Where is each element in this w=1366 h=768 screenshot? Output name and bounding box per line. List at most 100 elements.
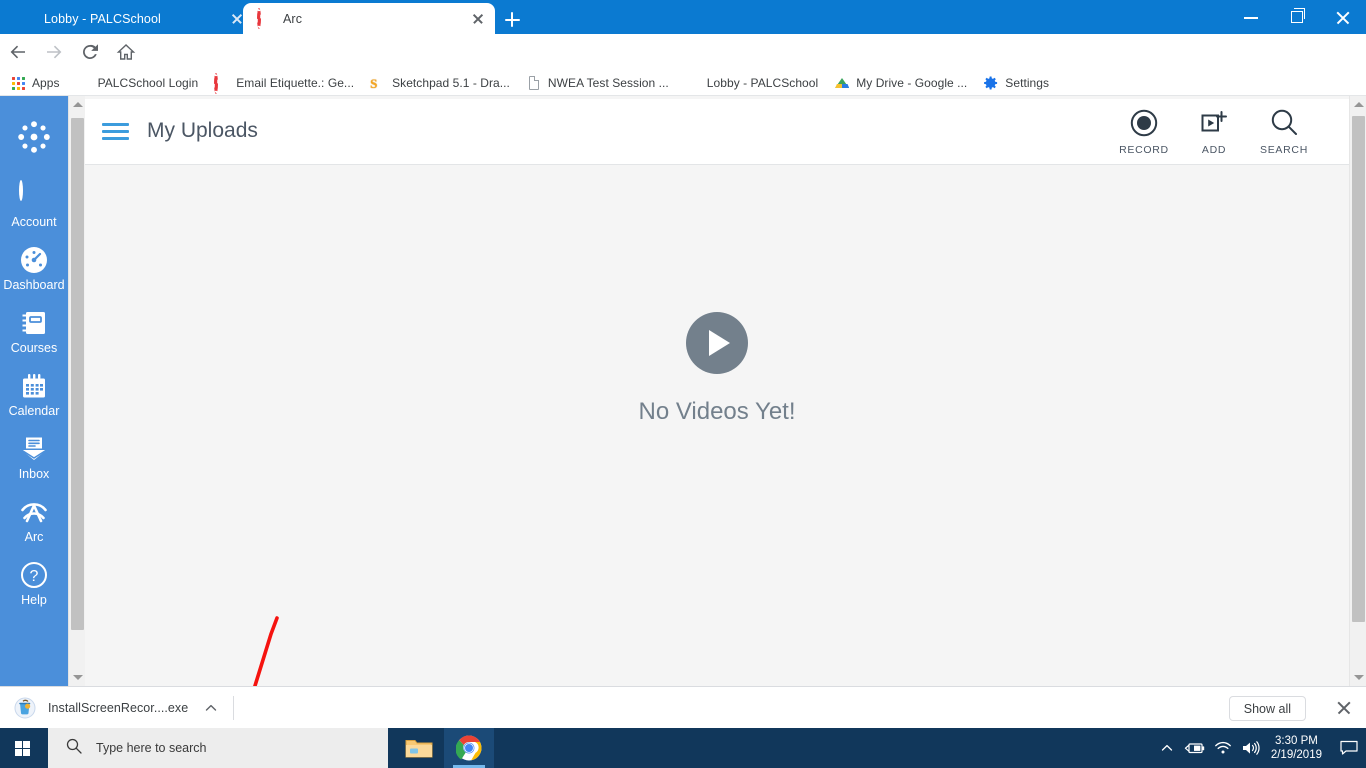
tab-strip: Lobby - PALCSchool Arc [0,0,1366,34]
battery-charging-icon[interactable] [1181,728,1209,768]
bookmark-lobby-palcschool[interactable]: Lobby - PALCSchool [685,75,818,91]
close-icon[interactable] [1336,700,1352,716]
download-divider [233,696,234,720]
bookmarks-bar: Apps PALCSchool Login Email Etiquette.: … [0,70,1366,96]
forward-arrow-icon[interactable] [36,34,72,70]
reload-icon[interactable] [72,34,108,70]
add-button[interactable]: ADD [1179,107,1249,156]
bookmark-label: PALCSchool Login [98,76,199,90]
bookmark-sketchpad[interactable]: S Sketchpad 5.1 - Dra... [370,75,510,91]
help-question-icon: ? [19,560,49,590]
restore-icon[interactable] [1274,0,1320,34]
sidebar-item-label: Help [3,593,65,607]
bookmark-palcschool-login[interactable]: PALCSchool Login [76,75,199,91]
app-toolbar: RECORD ADD [1109,107,1319,156]
windows-taskbar: Type here to search [0,728,1366,768]
back-arrow-icon[interactable] [0,34,36,70]
app-header: My Uploads RECORD [85,99,1349,165]
action-center-icon[interactable] [1332,728,1366,768]
bookmark-label: My Drive - Google ... [856,76,967,90]
minimize-icon[interactable] [1228,0,1274,34]
sidebar-item-label: Calendar [3,404,65,418]
sketchpad-s-icon: S [370,75,386,91]
sidebar-item-help[interactable]: ? Help [0,560,68,607]
add-video-icon [1200,107,1228,139]
clock-time: 3:30 PM [1271,734,1322,748]
canvas-global-nav: Account Dashboard [0,96,68,686]
scroll-up-arrow-icon[interactable] [73,102,83,107]
bookmark-nwea-test-session[interactable]: NWEA Test Session ... [526,75,669,91]
canvas-logo-icon[interactable] [15,118,53,156]
download-bar: InstallScreenRecor....exe Show all [0,686,1366,728]
sidebar-item-dashboard[interactable]: Dashboard [0,245,68,292]
eagle-favicon [76,75,92,91]
system-tray: 3:30 PM 2/19/2019 [1153,728,1366,768]
installer-exe-icon [14,697,36,719]
scrollbar-thumb[interactable] [1352,116,1365,622]
sidebar-item-courses[interactable]: Courses [0,308,68,355]
page-title: My Uploads [147,119,258,143]
arc-logo-icon [19,497,49,527]
record-circle-icon [1130,107,1158,139]
tab-title: Arc [283,12,465,26]
new-tab-button[interactable] [498,6,526,32]
google-chrome-icon[interactable] [444,728,494,768]
close-icon[interactable] [469,10,487,28]
tab-title: Lobby - PALCSchool [44,12,224,26]
show-all-button[interactable]: Show all [1229,696,1306,721]
dashboard-gauge-icon [19,245,49,275]
document-icon [526,75,542,91]
browser-tab-lobby[interactable]: Lobby - PALCSchool [4,3,254,34]
download-item[interactable]: InstallScreenRecor....exe [14,697,218,719]
scroll-down-arrow-icon[interactable] [73,675,83,680]
scroll-up-arrow-icon[interactable] [1354,102,1364,107]
eagle-favicon [18,10,35,27]
scroll-down-arrow-icon[interactable] [1354,675,1364,680]
bookmark-label: Settings [1005,76,1049,90]
google-drive-icon [834,75,850,91]
show-hidden-icons-chevron[interactable] [1153,728,1181,768]
volume-icon[interactable] [1237,728,1265,768]
scrollbar-thumb[interactable] [71,118,84,630]
arc-app-frame: My Uploads RECORD [85,96,1349,686]
taskbar-clock[interactable]: 3:30 PM 2/19/2019 [1271,734,1322,762]
windows-start-icon[interactable] [0,728,48,768]
bookmark-email-etiquette[interactable]: Email Etiquette.: Ge... [214,75,354,91]
sidebar-item-inbox[interactable]: Inbox [0,434,68,481]
search-button[interactable]: SEARCH [1249,107,1319,156]
home-icon[interactable] [108,34,144,70]
play-button-icon [686,312,748,374]
record-button[interactable]: RECORD [1109,107,1179,156]
search-magnifier-icon [1269,107,1299,139]
browser-tab-arc[interactable]: Arc [243,3,495,34]
sidebar-scrollbar[interactable] [68,96,85,686]
bookmark-label: NWEA Test Session ... [548,76,669,90]
eagle-favicon [685,75,701,91]
calendar-icon [19,371,49,401]
tool-label: RECORD [1119,144,1169,156]
courses-book-icon [19,308,49,338]
close-icon[interactable] [1320,0,1366,34]
inbox-envelope-icon [19,434,49,464]
sidebar-item-arc[interactable]: Arc [0,497,68,544]
search-icon [66,738,82,759]
hamburger-menu-icon[interactable] [102,121,129,142]
search-placeholder: Type here to search [96,741,206,755]
gear-icon [983,75,999,91]
bookmark-apps[interactable]: Apps [10,75,60,91]
sidebar-item-account[interactable]: Account [0,182,68,229]
sidebar-item-label: Inbox [3,467,65,481]
search-input[interactable]: Type here to search [48,728,388,768]
bookmark-my-drive[interactable]: My Drive - Google ... [834,75,967,91]
sidebar-item-calendar[interactable]: Calendar [0,371,68,418]
page-scrollbar[interactable] [1349,96,1366,686]
wifi-icon[interactable] [1209,728,1237,768]
chevron-up-icon[interactable] [204,701,218,715]
bookmark-label: Apps [32,76,60,90]
file-explorer-icon[interactable] [394,728,444,768]
window-controls [1228,0,1366,34]
bookmark-settings[interactable]: Settings [983,75,1049,91]
sidebar-item-label: Courses [3,341,65,355]
user-avatar-icon [19,182,49,212]
empty-state: No Videos Yet! [85,166,1349,686]
